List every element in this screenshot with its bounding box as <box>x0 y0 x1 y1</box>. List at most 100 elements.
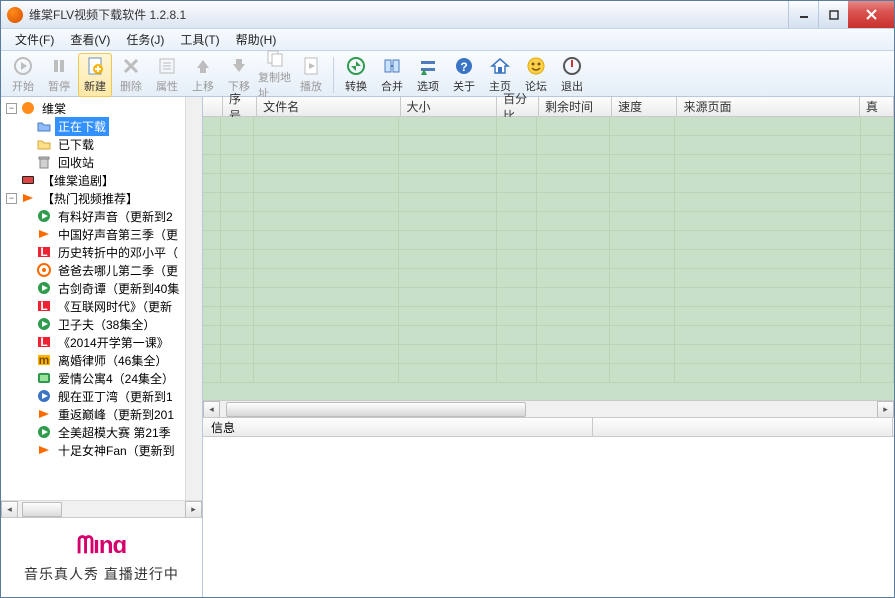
tree-label: 正在下载 <box>55 117 109 136</box>
menu-file[interactable]: 文件(F) <box>7 29 62 50</box>
tree: −维棠正在下载已下载回收站【维棠追剧】−【热门视频推荐】有料好声音（更新到2中国… <box>1 97 202 461</box>
grid-column-header[interactable]: 来源页面 <box>677 97 859 116</box>
ad-banner[interactable]: ᗰınɑ 音乐真人秀 直播进行中 <box>1 517 202 597</box>
expander-icon[interactable] <box>22 229 33 240</box>
letv-icon: L <box>36 244 52 260</box>
expander-icon[interactable] <box>22 283 33 294</box>
expander-icon[interactable] <box>22 301 33 312</box>
grid-row[interactable] <box>203 155 894 174</box>
expander-icon[interactable] <box>22 319 33 330</box>
tree-item[interactable]: 中国好声音第三季（更 <box>1 225 202 243</box>
info-column-header[interactable] <box>593 418 893 436</box>
grid-column-header[interactable]: 百分比 <box>497 97 539 116</box>
grid-column-header[interactable] <box>203 97 223 116</box>
menu-tools[interactable]: 工具(T) <box>172 29 227 50</box>
grid-row[interactable] <box>203 174 894 193</box>
letv-icon: L <box>36 334 52 350</box>
tree-hscroll[interactable]: ◂▸ <box>1 500 202 517</box>
info-header: 信息 <box>203 417 894 437</box>
expander-icon[interactable] <box>22 445 33 456</box>
tree-item[interactable]: 舰在亚丁湾（更新到1 <box>1 387 202 405</box>
grid-row[interactable] <box>203 136 894 155</box>
tree-item[interactable]: m离婚律师（46集全） <box>1 351 202 369</box>
tool-convert[interactable]: 转换 <box>339 53 373 97</box>
tool-exit[interactable]: 退出 <box>555 53 589 97</box>
tree-label: 【维棠追剧】 <box>39 171 117 190</box>
tree-item[interactable]: 有料好声音（更新到2 <box>1 207 202 225</box>
iqiyi-icon <box>36 370 52 386</box>
new-doc-icon <box>84 55 106 77</box>
grid-column-header[interactable]: 真 <box>860 97 894 116</box>
grid-column-header[interactable]: 大小 <box>401 97 498 116</box>
grid-hscroll[interactable]: ◂▸ <box>203 400 894 417</box>
minimize-button[interactable] <box>788 1 818 28</box>
svg-text:L: L <box>40 245 47 259</box>
expander-icon[interactable] <box>6 175 17 186</box>
expander-icon[interactable] <box>22 373 33 384</box>
maximize-button[interactable] <box>818 1 848 28</box>
expander-icon[interactable] <box>22 265 33 276</box>
grid-body[interactable] <box>203 117 894 400</box>
grid-column-header[interactable]: 文件名 <box>257 97 400 116</box>
grid-row[interactable] <box>203 345 894 364</box>
grid-row[interactable] <box>203 231 894 250</box>
play-doc-icon <box>300 55 322 77</box>
expander-icon[interactable] <box>22 391 33 402</box>
menu-tasks[interactable]: 任务(J) <box>118 29 172 50</box>
menu-view[interactable]: 查看(V) <box>62 29 118 50</box>
expander-icon[interactable] <box>22 247 33 258</box>
grid-row[interactable] <box>203 288 894 307</box>
orange-globe-icon <box>20 100 36 116</box>
expander-icon[interactable]: − <box>6 193 17 204</box>
grid-row[interactable] <box>203 117 894 136</box>
grid-row[interactable] <box>203 364 894 383</box>
grid-row[interactable] <box>203 307 894 326</box>
expander-icon[interactable] <box>22 427 33 438</box>
tool-merge[interactable]: 合并 <box>375 53 409 97</box>
grid-row[interactable] <box>203 326 894 345</box>
tree-item[interactable]: 重返巅峰（更新到201 <box>1 405 202 423</box>
tree-item[interactable]: 回收站 <box>1 153 202 171</box>
expander-icon[interactable] <box>22 139 33 150</box>
grid-row[interactable] <box>203 212 894 231</box>
expander-icon[interactable] <box>22 121 33 132</box>
tree-item[interactable]: 已下载 <box>1 135 202 153</box>
tree-item[interactable]: 十足女神Fan（更新到 <box>1 441 202 459</box>
tree-item[interactable]: L《2014开学第一课》 <box>1 333 202 351</box>
grid-header: 序号文件名大小百分比剩余时间速度来源页面真 <box>203 97 894 117</box>
tree-vscroll[interactable] <box>185 97 202 500</box>
expander-icon[interactable] <box>22 211 33 222</box>
tree-item[interactable]: 卫子夫（38集全） <box>1 315 202 333</box>
close-button[interactable] <box>848 1 894 28</box>
grid-row[interactable] <box>203 193 894 212</box>
tree-item[interactable]: 全美超模大赛 第21季 <box>1 423 202 441</box>
grid-column-header[interactable]: 序号 <box>223 97 257 116</box>
props-icon <box>156 55 178 77</box>
grid-column-header[interactable]: 速度 <box>612 97 677 116</box>
tool-about[interactable]: ?关于 <box>447 53 481 97</box>
tool-play-doc: 播放 <box>294 53 328 97</box>
tree-item[interactable]: L《互联网时代》（更新 <box>1 297 202 315</box>
tree-item[interactable]: 爱情公寓4（24集全） <box>1 369 202 387</box>
menu-help[interactable]: 帮助(H) <box>228 29 285 50</box>
expander-icon[interactable] <box>22 355 33 366</box>
info-panel: 信息 <box>203 417 894 597</box>
tool-new-doc[interactable]: 新建 <box>78 53 112 97</box>
expander-icon[interactable] <box>22 409 33 420</box>
grid-row[interactable] <box>203 250 894 269</box>
tree-item[interactable]: −【热门视频推荐】 <box>1 189 202 207</box>
grid-column-header[interactable]: 剩余时间 <box>539 97 612 116</box>
expander-icon[interactable] <box>22 337 33 348</box>
tree-item[interactable]: L历史转折中的邓小平（ <box>1 243 202 261</box>
tree-item[interactable]: 爸爸去哪儿第二季（更 <box>1 261 202 279</box>
tree-item[interactable]: 【维棠追剧】 <box>1 171 202 189</box>
tool-options[interactable]: 选项 <box>411 53 445 97</box>
tree-item[interactable]: −维棠 <box>1 99 202 117</box>
info-column-header[interactable]: 信息 <box>203 418 593 436</box>
grid-row[interactable] <box>203 269 894 288</box>
tree-item[interactable]: 正在下载 <box>1 117 202 135</box>
tree-item[interactable]: 古剑奇谭（更新到40集 <box>1 279 202 297</box>
expander-icon[interactable]: − <box>6 103 17 114</box>
expander-icon[interactable] <box>22 157 33 168</box>
tree-label: 离婚律师（46集全） <box>55 351 170 370</box>
